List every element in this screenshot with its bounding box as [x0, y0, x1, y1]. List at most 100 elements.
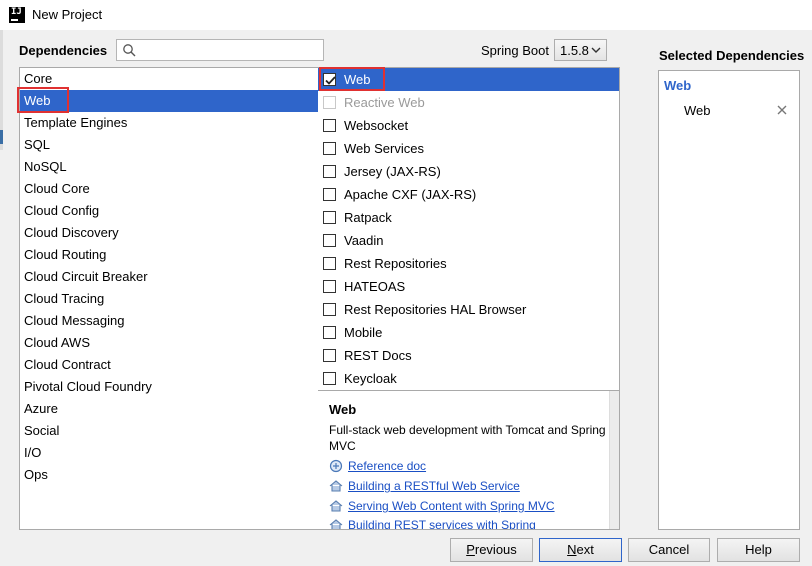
category-item[interactable]: Cloud Config [20, 200, 318, 222]
checkbox[interactable] [323, 280, 336, 293]
category-item[interactable]: Cloud AWS [20, 332, 318, 354]
category-item[interactable]: Social [20, 420, 318, 442]
cancel-label: Cancel [648, 542, 690, 557]
dependency-item[interactable]: Websocket [318, 114, 619, 137]
selected-dependencies-label: Selected Dependencies [659, 48, 805, 63]
spring-boot-version-value: 1.5.8 [560, 43, 589, 58]
dependency-label: Rest Repositories [344, 256, 447, 271]
dependency-label: Web Services [344, 141, 424, 156]
description-title: Web [329, 402, 357, 417]
category-item[interactable]: NoSQL [20, 156, 318, 178]
selected-dependency-item: Web [684, 103, 711, 118]
checkbox[interactable] [323, 165, 336, 178]
help-label: Help [745, 542, 772, 557]
category-item[interactable]: Cloud Messaging [20, 310, 318, 332]
dependency-label: Reactive Web [344, 95, 425, 110]
next-button[interactable]: Next [539, 538, 622, 562]
dependency-item[interactable]: HATEOAS [318, 275, 619, 298]
highlight-box [17, 87, 69, 113]
link-guide-restful[interactable]: Building a RESTful Web Service [329, 479, 520, 493]
category-item[interactable]: Cloud Circuit Breaker [20, 266, 318, 288]
checkbox[interactable] [323, 211, 336, 224]
dependency-item[interactable]: REST Docs [318, 344, 619, 367]
description-text: Full-stack web development with Tomcat a… [329, 423, 606, 453]
link-label: Serving Web Content with Spring MVC [348, 499, 555, 513]
chevron-down-icon [591, 47, 601, 53]
category-item[interactable]: I/O [20, 442, 318, 464]
dependency-label: Keycloak [344, 371, 397, 386]
link-guide-serving-web[interactable]: Serving Web Content with Spring MVC [329, 499, 555, 513]
dependency-label: Apache CXF (JAX-RS) [344, 187, 477, 202]
dependency-label: REST Docs [344, 348, 412, 363]
category-item[interactable]: Template Engines [20, 112, 318, 134]
dependency-item[interactable]: Reactive Web [318, 91, 619, 114]
dependency-item[interactable]: Ratpack [318, 206, 619, 229]
home-icon [329, 500, 343, 512]
category-item[interactable]: Azure [20, 398, 318, 420]
dependency-item[interactable]: Jersey (JAX-RS) [318, 160, 619, 183]
category-list[interactable]: Core Web Template Engines SQL NoSQL Cloud Cor… [17, 67, 319, 530]
link-label: Building REST services with Spring [348, 518, 536, 530]
intellij-logo-icon: IJ [9, 7, 25, 23]
highlight-box [319, 67, 385, 91]
dependency-label: Jersey (JAX-RS) [344, 164, 441, 179]
dependency-item[interactable]: Vaadin [318, 229, 619, 252]
checkbox[interactable] [323, 188, 336, 201]
category-item[interactable]: Cloud Discovery [20, 222, 318, 244]
search-input[interactable] [139, 41, 319, 59]
dependency-item[interactable]: Web Services [318, 137, 619, 160]
dependency-item[interactable]: Rest Repositories HAL Browser [318, 298, 619, 321]
dependency-label: HATEOAS [344, 279, 406, 294]
selected-dependencies-panel: Web Web [658, 70, 800, 530]
category-item[interactable]: Cloud Core [20, 178, 318, 200]
dependency-item[interactable]: Mobile [318, 321, 619, 344]
spring-boot-version-select[interactable]: 1.5.8 [554, 39, 607, 61]
dependency-item[interactable]: Apache CXF (JAX-RS) [318, 183, 619, 206]
home-icon [329, 480, 343, 492]
checkbox[interactable] [323, 303, 336, 316]
dependency-item[interactable]: Keycloak [318, 367, 619, 390]
reference-doc-icon [329, 459, 343, 473]
checkbox[interactable] [323, 119, 336, 132]
search-icon [123, 44, 136, 57]
dependency-label: Websocket [344, 118, 409, 133]
help-button[interactable]: Help [717, 538, 800, 562]
selected-group-label: Web [664, 78, 692, 93]
category-item[interactable]: Cloud Tracing [20, 288, 318, 310]
link-guide-rest-services[interactable]: Building REST services with Spring [329, 518, 536, 530]
dependency-label: Ratpack [344, 210, 392, 225]
dependency-label: Vaadin [344, 233, 384, 248]
link-label: Building a RESTful Web Service [348, 479, 520, 493]
spring-boot-label: Spring Boot [481, 43, 549, 58]
remove-icon[interactable] [776, 104, 788, 116]
cancel-button[interactable]: Cancel [628, 538, 710, 562]
category-item[interactable]: Ops [20, 464, 318, 486]
dependency-label: Mobile [344, 325, 383, 340]
dependency-description-panel: Web Full-stack web development with Tomc… [318, 390, 620, 530]
dependency-label: Rest Repositories HAL Browser [344, 302, 527, 317]
previous-label: Previous [466, 542, 517, 557]
checkbox[interactable] [323, 372, 336, 385]
checkbox[interactable] [323, 257, 336, 270]
category-item[interactable]: Cloud Routing [20, 244, 318, 266]
dependency-item[interactable]: Rest Repositories [318, 252, 619, 275]
dependency-list[interactable]: Web Reactive Web Websocket Web Services Jers… [318, 67, 620, 391]
window-title: New Project [32, 7, 103, 22]
category-item[interactable]: Cloud Contract [20, 354, 318, 376]
background-window-edge [0, 30, 3, 150]
search-box[interactable] [116, 39, 324, 61]
category-item[interactable]: Pivotal Cloud Foundry [20, 376, 318, 398]
checkbox[interactable] [323, 96, 336, 109]
dependencies-label: Dependencies [19, 43, 108, 58]
description-scrollbar[interactable] [609, 391, 619, 529]
category-item[interactable]: SQL [20, 134, 318, 156]
title-bar: IJ New Project [0, 0, 812, 30]
link-reference-doc[interactable]: Reference doc [329, 459, 426, 473]
previous-button[interactable]: Previous [450, 538, 533, 562]
checkbox[interactable] [323, 142, 336, 155]
home-icon [329, 519, 343, 529]
checkbox[interactable] [323, 326, 336, 339]
checkbox[interactable] [323, 234, 336, 247]
next-label: Next [567, 542, 594, 557]
checkbox[interactable] [323, 349, 336, 362]
